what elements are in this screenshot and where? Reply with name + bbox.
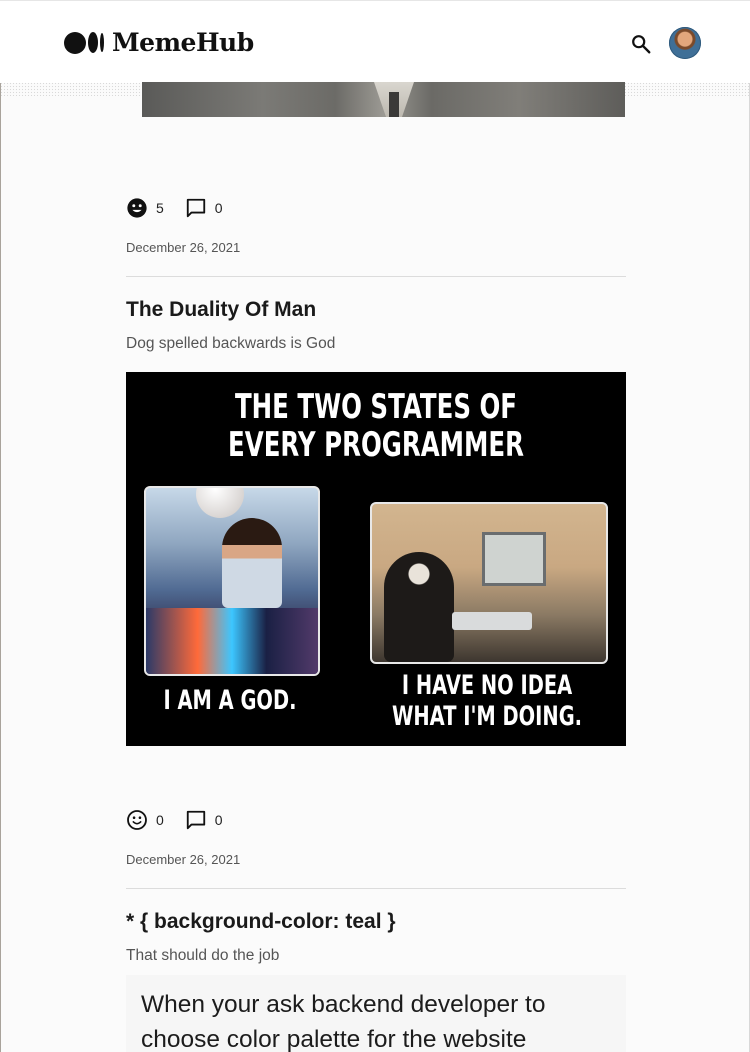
meme-text-line: choose color palette for the website [141, 1026, 527, 1052]
meme-headline: THE TWO STATES OF [234, 387, 518, 427]
top-navbar: MemeHub [0, 0, 750, 83]
post-title[interactable]: The Duality Of Man [126, 298, 316, 322]
post-divider [126, 888, 626, 889]
meme-image[interactable]: When your ask backend developer to choos… [126, 975, 626, 1052]
search-icon[interactable] [630, 33, 652, 55]
meme-panel-dog [370, 502, 608, 664]
user-avatar[interactable] [669, 27, 701, 59]
smile-reaction-icon[interactable] [126, 809, 148, 831]
smile-count: 0 [156, 812, 164, 828]
brand-logo[interactable]: MemeHub [64, 28, 254, 57]
post-reactions: 0 0 [126, 809, 244, 831]
smile-count: 5 [156, 200, 164, 216]
meme-caption-right: I HAVE NO IDEA [401, 670, 573, 701]
brand-name: MemeHub [112, 28, 254, 57]
meme-text-line: When your ask backend developer to [141, 991, 546, 1018]
meme-caption-right: WHAT I'M DOING. [391, 701, 583, 732]
meme-caption-left: I AM A GOD. [163, 685, 297, 716]
post-title[interactable]: * { background-color: teal } [126, 910, 396, 934]
post-subtitle: Dog spelled backwards is God [126, 335, 336, 352]
comment-icon[interactable] [185, 809, 207, 831]
comment-count: 0 [214, 812, 223, 828]
post-subtitle: That should do the job [126, 947, 280, 964]
post-date: December 26, 2021 [126, 240, 241, 255]
meme-headline: EVERY PROGRAMMER [228, 425, 524, 465]
post-divider [126, 276, 626, 277]
smile-reaction-icon[interactable] [126, 197, 148, 219]
meme-image[interactable]: THE TWO STATES OF EVERY PROGRAMMER I AM … [126, 372, 626, 746]
logo-mark-icon [64, 31, 104, 54]
post-reactions: 5 0 [126, 197, 244, 219]
window-edge-left [0, 0, 1, 1052]
post-image-partial [142, 82, 625, 117]
meme-panel-god [144, 486, 320, 676]
comment-icon[interactable] [185, 197, 207, 219]
post-date: December 26, 2021 [126, 852, 241, 867]
comment-count: 0 [214, 200, 223, 216]
